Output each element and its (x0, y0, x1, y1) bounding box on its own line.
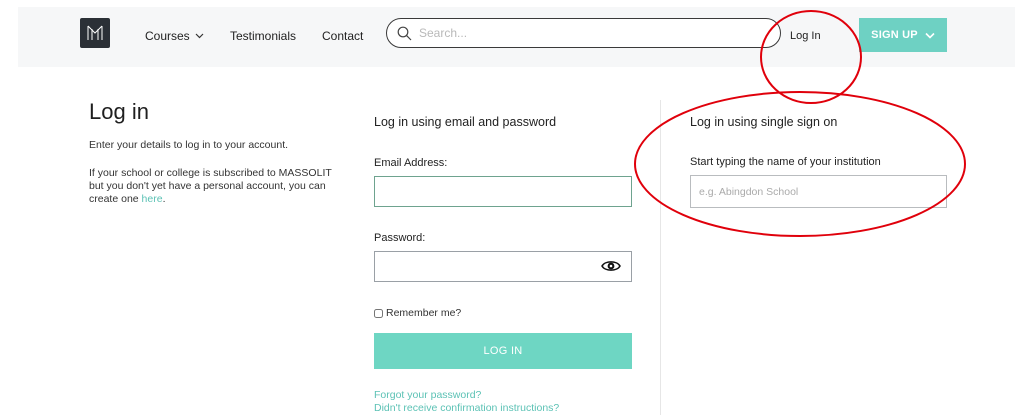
intro-body: If your school or college is subscribed … (89, 167, 339, 206)
resend-confirmation-link[interactable]: Didn't receive confirmation instructions… (374, 402, 559, 414)
signup-button-label: SIGN UP (871, 29, 918, 41)
search-bar[interactable] (386, 18, 781, 48)
search-input[interactable] (419, 26, 759, 40)
email-label: Email Address: (374, 157, 448, 169)
search-icon (397, 26, 412, 40)
sso-heading: Log in using single sign on (690, 115, 838, 129)
intro-body-end: . (162, 193, 166, 205)
intro-subtitle: Enter your details to log in to your acc… (89, 139, 289, 151)
create-account-link[interactable]: here (142, 193, 163, 205)
institution-input[interactable] (690, 175, 947, 208)
remember-me-label: Remember me? (386, 307, 462, 319)
site-header: Courses Testimonials Contact Log In SIGN… (18, 7, 1015, 67)
logo-mark (87, 25, 103, 40)
signup-button[interactable]: SIGN UP (859, 18, 947, 52)
email-login-heading: Log in using email and password (374, 115, 557, 129)
password-field[interactable] (374, 251, 632, 282)
header-login-link[interactable]: Log In (790, 29, 821, 43)
nav-contact[interactable]: Contact (322, 29, 363, 43)
chevron-down-icon (195, 33, 204, 39)
remember-me-checkbox[interactable] (374, 308, 383, 318)
institution-label: Start typing the name of your institutio… (690, 156, 881, 168)
page-title: Log in (89, 99, 149, 124)
login-button[interactable]: LOG IN (374, 333, 632, 369)
massolit-logo-icon[interactable] (80, 18, 110, 48)
password-label: Password: (374, 232, 426, 244)
eye-icon[interactable] (601, 259, 621, 273)
intro-body-text: If your school or college is subscribed … (89, 167, 332, 205)
nav-courses-label: Courses (145, 29, 190, 43)
remember-me[interactable]: Remember me? (374, 307, 461, 319)
chevron-down-icon (925, 32, 935, 39)
column-divider (660, 100, 661, 415)
forgot-password-link[interactable]: Forgot your password? (374, 389, 481, 401)
email-field[interactable] (374, 176, 632, 207)
nav-testimonials[interactable]: Testimonials (230, 29, 296, 43)
nav-courses[interactable]: Courses (145, 29, 204, 43)
